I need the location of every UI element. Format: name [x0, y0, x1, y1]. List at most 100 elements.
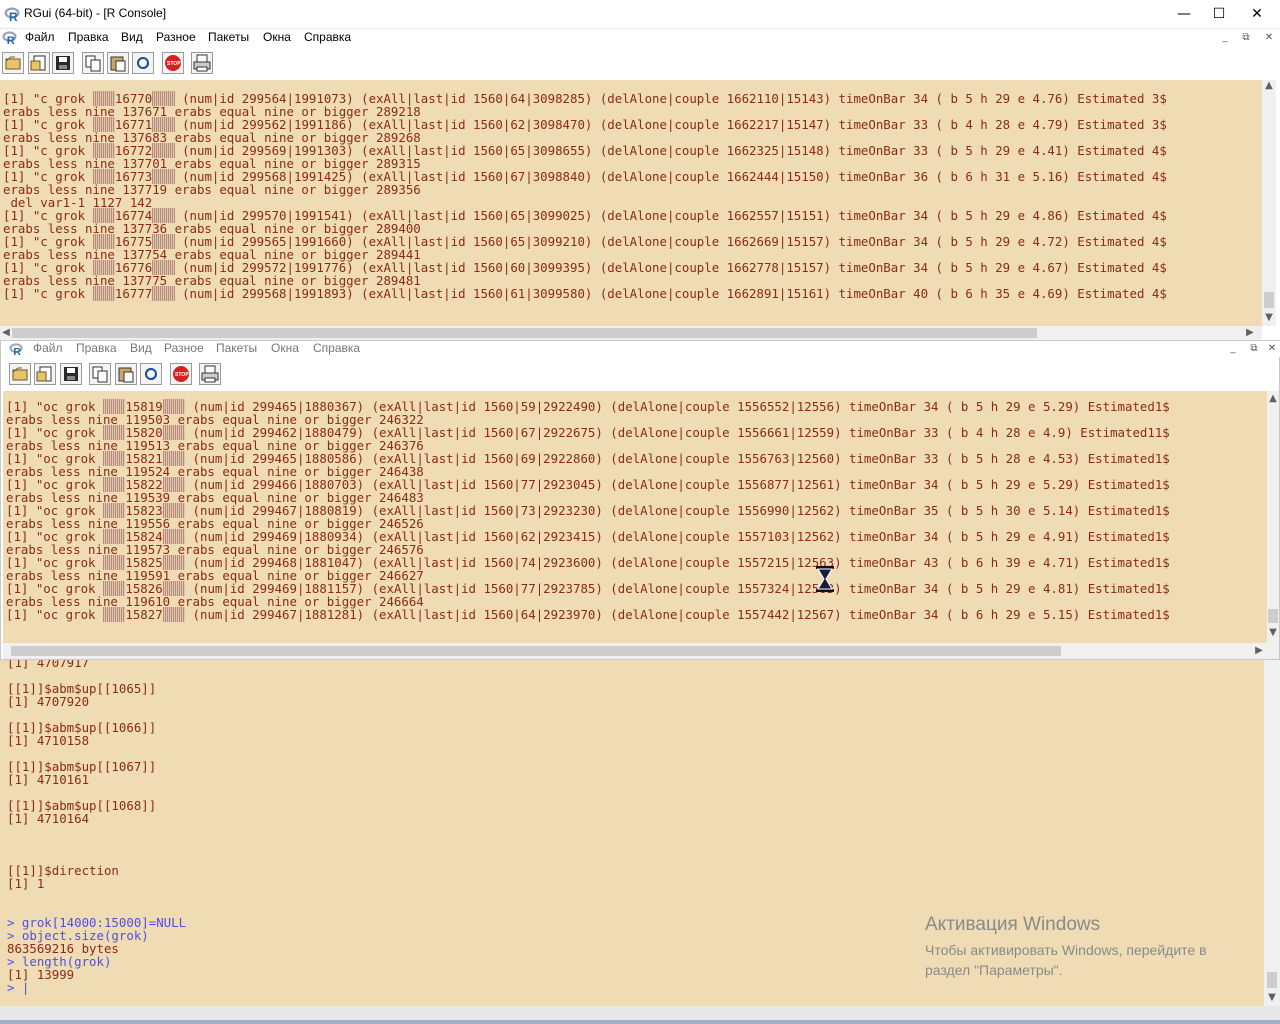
menu-edit[interactable]: Правка	[76, 341, 117, 355]
console-output-line: [1] "oc grok ▒▒▒15827▒▒▒ (num|id 299467|…	[6, 607, 1170, 622]
close-button[interactable]: ✕	[1238, 0, 1276, 28]
console-text: 16777	[114, 286, 153, 301]
scrollbar-thumb[interactable]	[1264, 292, 1274, 308]
svg-text:R: R	[9, 10, 18, 22]
copy-paste-icon	[137, 57, 149, 69]
watermark-title: Активация Windows	[925, 914, 1101, 935]
vertical-scrollbar-top[interactable]: ▲ ▼	[1262, 80, 1276, 326]
obscured-glyphs: ▒▒▒	[152, 286, 175, 301]
minimize-button[interactable]: —	[1165, 0, 1203, 28]
stop-button[interactable]: STOP	[162, 52, 184, 74]
scroll-left-arrow-icon[interactable]: ◀	[0, 327, 12, 338]
scroll-down-arrow-icon[interactable]: ▼	[1262, 312, 1276, 323]
menu-help[interactable]: Справка	[304, 30, 351, 44]
load-workspace-button[interactable]	[28, 52, 50, 74]
stop-button[interactable]: STOP	[170, 363, 192, 385]
obscured-glyphs: ▒▒▒	[92, 286, 115, 301]
open-script-icon	[12, 367, 28, 381]
windows-activation-watermark: Активация Windows Чтобы активировать Win…	[925, 914, 1255, 980]
scrollbar-thumb[interactable]	[1268, 609, 1278, 623]
copy-icon	[85, 55, 101, 72]
console-text: (num|id 299467|1881281) (exAll|last|id 1…	[185, 607, 1170, 622]
menu-bar-2: R Файл Правка Вид Разное Пакеты Окна Спр…	[1, 341, 1280, 357]
r-console-icon[interactable]: R	[2, 30, 17, 45]
watermark-line-2: раздел "Параметры".	[925, 962, 1063, 978]
copy-paste-button[interactable]	[140, 363, 162, 385]
load-workspace-icon	[30, 55, 46, 71]
scroll-right-arrow-icon[interactable]: ▶	[1244, 327, 1256, 338]
menu-view[interactable]: Вид	[121, 30, 143, 44]
console-output-line: [1] 1	[7, 876, 45, 891]
print-button[interactable]	[191, 52, 213, 74]
taskbar-edge	[0, 1020, 1280, 1024]
console-input-line: > |	[7, 980, 30, 995]
maximize-button[interactable]: ☐	[1200, 0, 1238, 28]
console-text: 15827	[125, 607, 163, 622]
horizontal-scrollbar-top[interactable]: ◀ ▶	[0, 326, 1262, 340]
console-pane-top[interactable]: [1] "c grok ▒▒▒16770▒▒▒ (num|id 299564|1…	[0, 80, 1262, 328]
child-restore-button[interactable]: ⧉	[1237, 30, 1255, 45]
child-close-button[interactable]: ✕	[1263, 341, 1280, 356]
print-icon	[201, 365, 219, 383]
menu-misc[interactable]: Разное	[164, 341, 204, 355]
r-console-icon[interactable]: R	[9, 342, 23, 356]
menu-edit[interactable]: Правка	[68, 30, 109, 44]
save-button[interactable]	[60, 363, 82, 385]
console-output-line: [1] 4710158	[7, 733, 90, 748]
scroll-down-arrow-icon[interactable]: ▼	[1264, 992, 1280, 1003]
svg-text:R: R	[13, 346, 21, 356]
save-button[interactable]	[52, 52, 74, 74]
scrollbar-thumb[interactable]	[12, 328, 1037, 338]
paste-icon	[110, 56, 126, 72]
svg-text:R: R	[7, 35, 15, 45]
obscured-glyphs: ▒▒▒	[162, 607, 186, 622]
scrollbar-thumb[interactable]	[1267, 972, 1277, 988]
menu-view[interactable]: Вид	[130, 341, 152, 355]
child-restore-button[interactable]: ⧉	[1245, 341, 1263, 356]
scroll-up-arrow-icon[interactable]: ▲	[1267, 393, 1279, 404]
print-button[interactable]	[199, 363, 221, 385]
console-output-line: [1] 4707917	[7, 660, 90, 670]
menu-windows[interactable]: Окна	[271, 341, 299, 355]
open-script-icon	[5, 56, 21, 70]
save-icon	[64, 367, 78, 381]
paste-button[interactable]	[107, 52, 129, 74]
scroll-right-arrow-icon[interactable]: ▶	[1253, 645, 1265, 656]
child-minimize-button[interactable]: _	[1216, 30, 1234, 45]
vertical-scrollbar-bottom[interactable]: ▼	[1264, 660, 1280, 1006]
copy-button[interactable]	[82, 52, 104, 74]
menu-packages[interactable]: Пакеты	[216, 341, 257, 355]
menu-help[interactable]: Справка	[313, 341, 360, 355]
paste-button[interactable]	[115, 363, 137, 385]
paste-icon	[118, 367, 134, 383]
menu-windows[interactable]: Окна	[263, 30, 291, 44]
copy-paste-button[interactable]	[132, 52, 154, 74]
open-script-button[interactable]	[9, 363, 31, 385]
menu-packages[interactable]: Пакеты	[208, 30, 249, 44]
console-output-line: [1] 4710161	[7, 772, 90, 787]
child-close-button[interactable]: ✕	[1260, 30, 1278, 45]
horizontal-scrollbar-middle[interactable]: ▶	[3, 643, 1279, 659]
stop-icon: STOP	[173, 366, 189, 382]
open-script-button[interactable]	[2, 52, 24, 74]
r-logo-icon: R	[4, 7, 20, 22]
stop-icon: STOP	[165, 55, 181, 71]
svg-text:STOP: STOP	[167, 61, 181, 67]
child-minimize-button[interactable]: _	[1224, 341, 1242, 356]
console-text: (num|id 299568|1991893) (exAll|last|id 1…	[174, 286, 1167, 301]
console-pane-middle[interactable]: [1] "oc grok ▒▒▒15819▒▒▒ (num|id 299465|…	[3, 391, 1267, 643]
menu-file[interactable]: Файл	[25, 30, 55, 44]
window-title: RGui (64-bit) - [R Console]	[24, 6, 167, 20]
obscured-glyphs: ▒▒▒	[102, 607, 126, 622]
console-output-line: [1] 4710164	[7, 811, 90, 826]
toolbar: STOP	[0, 48, 1280, 80]
scroll-up-arrow-icon[interactable]: ▲	[1262, 80, 1276, 91]
scrollbar-thumb[interactable]	[11, 646, 1061, 656]
copy-button[interactable]	[89, 363, 111, 385]
vertical-scrollbar-middle[interactable]: ▲ ▼	[1267, 391, 1279, 643]
menu-file[interactable]: Файл	[33, 341, 63, 355]
menu-misc[interactable]: Разное	[156, 30, 196, 44]
print-icon	[193, 54, 211, 72]
load-workspace-button[interactable]	[34, 363, 56, 385]
scroll-down-arrow-icon[interactable]: ▼	[1267, 627, 1279, 638]
